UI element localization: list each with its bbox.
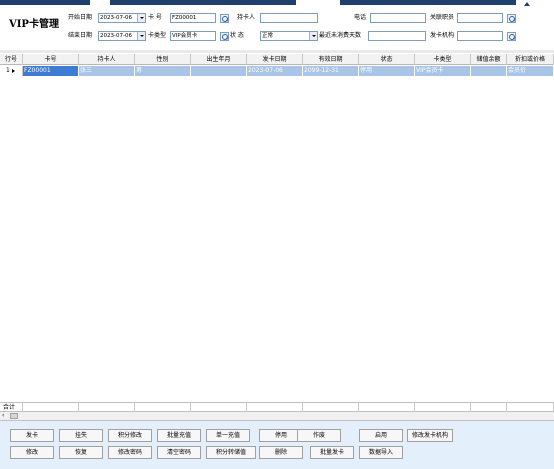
holder-label: 持卡人 [237, 14, 256, 21]
change-password-button[interactable]: 修改密码 [108, 446, 152, 459]
staff-input[interactable] [457, 13, 503, 23]
scroll-left-icon[interactable]: ‹ [2, 413, 8, 419]
single-recharge-button[interactable]: 单一充值 [206, 429, 250, 442]
total-cell [247, 403, 303, 412]
issue-date-cell[interactable]: 2023-07-06 [247, 66, 303, 76]
phone-input[interactable] [370, 13, 426, 23]
edit-button[interactable]: 修改 [10, 446, 54, 459]
card-type-value: VIP会员卡 [172, 33, 198, 39]
column-header[interactable]: 储值余额 [471, 54, 507, 65]
void-button[interactable]: 作废 [297, 429, 341, 442]
holder-input[interactable] [260, 13, 318, 23]
current-row-icon [12, 69, 15, 73]
start-date-value: 2023-07-06 [100, 15, 132, 21]
status-cell[interactable]: 停用 [359, 66, 415, 76]
card-type-cell[interactable]: VIP会员卡 [415, 66, 471, 76]
enable-button[interactable]: 启用 [359, 429, 403, 442]
status-label: 状 态 [230, 32, 244, 39]
import-data-button[interactable]: 数据导入 [359, 446, 403, 459]
action-bar: 发卡 挂失 积分修改 批量充值 单一充值 停用 作废 启用 修改发卡机构 修改 … [0, 421, 554, 469]
edit-issuer-button[interactable]: 修改发卡机构 [407, 429, 453, 442]
scroll-thumb[interactable] [10, 413, 18, 419]
total-cell [507, 403, 554, 412]
collapse-icon[interactable] [524, 2, 530, 6]
card-type-label: 卡类型 [148, 32, 167, 39]
days-input[interactable] [368, 31, 426, 41]
tab-strip-block [0, 0, 90, 5]
end-date-label: 结束日期 [68, 32, 93, 39]
tab-strip-block [340, 0, 516, 5]
page-title: VIP卡管理 [9, 19, 59, 30]
column-header[interactable]: 发卡日期 [247, 54, 303, 65]
balance-cell[interactable] [471, 66, 507, 76]
filter-panel: VIP卡管理 开始日期 2023-07-06 卡 号 FZ00001 持卡人 电… [0, 7, 554, 50]
delete-button[interactable]: 删除 [259, 446, 303, 459]
total-row: 合计 [0, 402, 554, 412]
card-type-input[interactable]: VIP会员卡 [170, 31, 216, 41]
total-cell [79, 403, 135, 412]
total-cell [191, 403, 247, 412]
report-loss-button[interactable]: 挂失 [59, 429, 103, 442]
issuer-input[interactable] [457, 31, 503, 41]
chevron-down-icon[interactable] [309, 32, 317, 40]
total-cell [303, 403, 359, 412]
column-header[interactable]: 卡类型 [415, 54, 471, 65]
status-value: 正常 [262, 33, 274, 39]
horizontal-scrollbar[interactable]: ‹ [0, 412, 554, 421]
end-date-picker[interactable]: 2023-07-06 [98, 31, 146, 41]
staff-label: 关联职员 [430, 14, 455, 21]
card-no-value: FZ00001 [172, 15, 197, 21]
batch-recharge-button[interactable]: 批量充值 [157, 429, 201, 442]
total-cell [415, 403, 471, 412]
card-grid[interactable] [0, 50, 554, 401]
column-header[interactable]: 有效日期 [303, 54, 359, 65]
days-label: 最近未消费天数 [319, 32, 362, 39]
birth-cell[interactable] [191, 66, 247, 76]
table-row[interactable]: 1 FZ00001 张三 男 2023-07-06 2099-12-31 停用 … [0, 66, 554, 76]
issue-card-button[interactable]: 发卡 [10, 429, 54, 442]
grid-header: 行号 卡号 持卡人 性别 出生年月 发卡日期 有效日期 状态 卡类型 储值余额 … [0, 54, 554, 65]
total-cell [471, 403, 507, 412]
column-header[interactable]: 出生年月 [191, 54, 247, 65]
start-date-picker[interactable]: 2023-07-06 [98, 13, 146, 23]
discount-cell[interactable]: 会员价 [507, 66, 554, 76]
search-icon[interactable] [507, 14, 516, 23]
column-header[interactable]: 卡号 [23, 54, 79, 65]
tab-strip-block [110, 0, 296, 5]
row-number: 1 [6, 67, 10, 74]
total-label: 合计 [0, 403, 23, 412]
card-no-input[interactable]: FZ00001 [170, 13, 216, 23]
status-select[interactable]: 正常 [260, 31, 318, 41]
top-tab-strip [0, 0, 554, 7]
holder-cell[interactable]: 张三 [79, 66, 135, 76]
gender-cell[interactable]: 男 [135, 66, 191, 76]
row-number-cell: 1 [0, 66, 23, 76]
card-no-cell[interactable]: FZ00001 [23, 66, 79, 76]
column-header[interactable]: 性别 [135, 54, 191, 65]
total-cell [359, 403, 415, 412]
points-to-balance-button[interactable]: 积分转储值 [206, 446, 256, 459]
batch-issue-button[interactable]: 批量发卡 [310, 446, 354, 459]
end-date-value: 2023-07-06 [100, 33, 132, 39]
start-date-label: 开始日期 [68, 14, 93, 21]
card-no-label: 卡 号 [148, 14, 162, 21]
issuer-label: 发卡机构 [430, 32, 455, 39]
restore-button[interactable]: 恢复 [59, 446, 103, 459]
grid-top-strip [0, 50, 554, 53]
edit-points-button[interactable]: 积分修改 [108, 429, 152, 442]
valid-date-cell[interactable]: 2099-12-31 [303, 66, 359, 76]
search-icon[interactable] [507, 32, 516, 41]
phone-label: 电话 [354, 14, 367, 21]
search-icon[interactable] [220, 14, 229, 23]
total-cell [135, 403, 191, 412]
clear-password-button[interactable]: 清空密码 [157, 446, 201, 459]
chevron-down-icon[interactable] [137, 32, 145, 40]
column-header[interactable]: 行号 [0, 54, 23, 65]
column-header[interactable]: 状态 [359, 54, 415, 65]
search-icon[interactable] [220, 32, 229, 41]
total-cell [23, 403, 79, 412]
column-header[interactable]: 持卡人 [79, 54, 135, 65]
chevron-down-icon[interactable] [137, 14, 145, 22]
column-header[interactable]: 折扣或价格 [507, 54, 554, 65]
